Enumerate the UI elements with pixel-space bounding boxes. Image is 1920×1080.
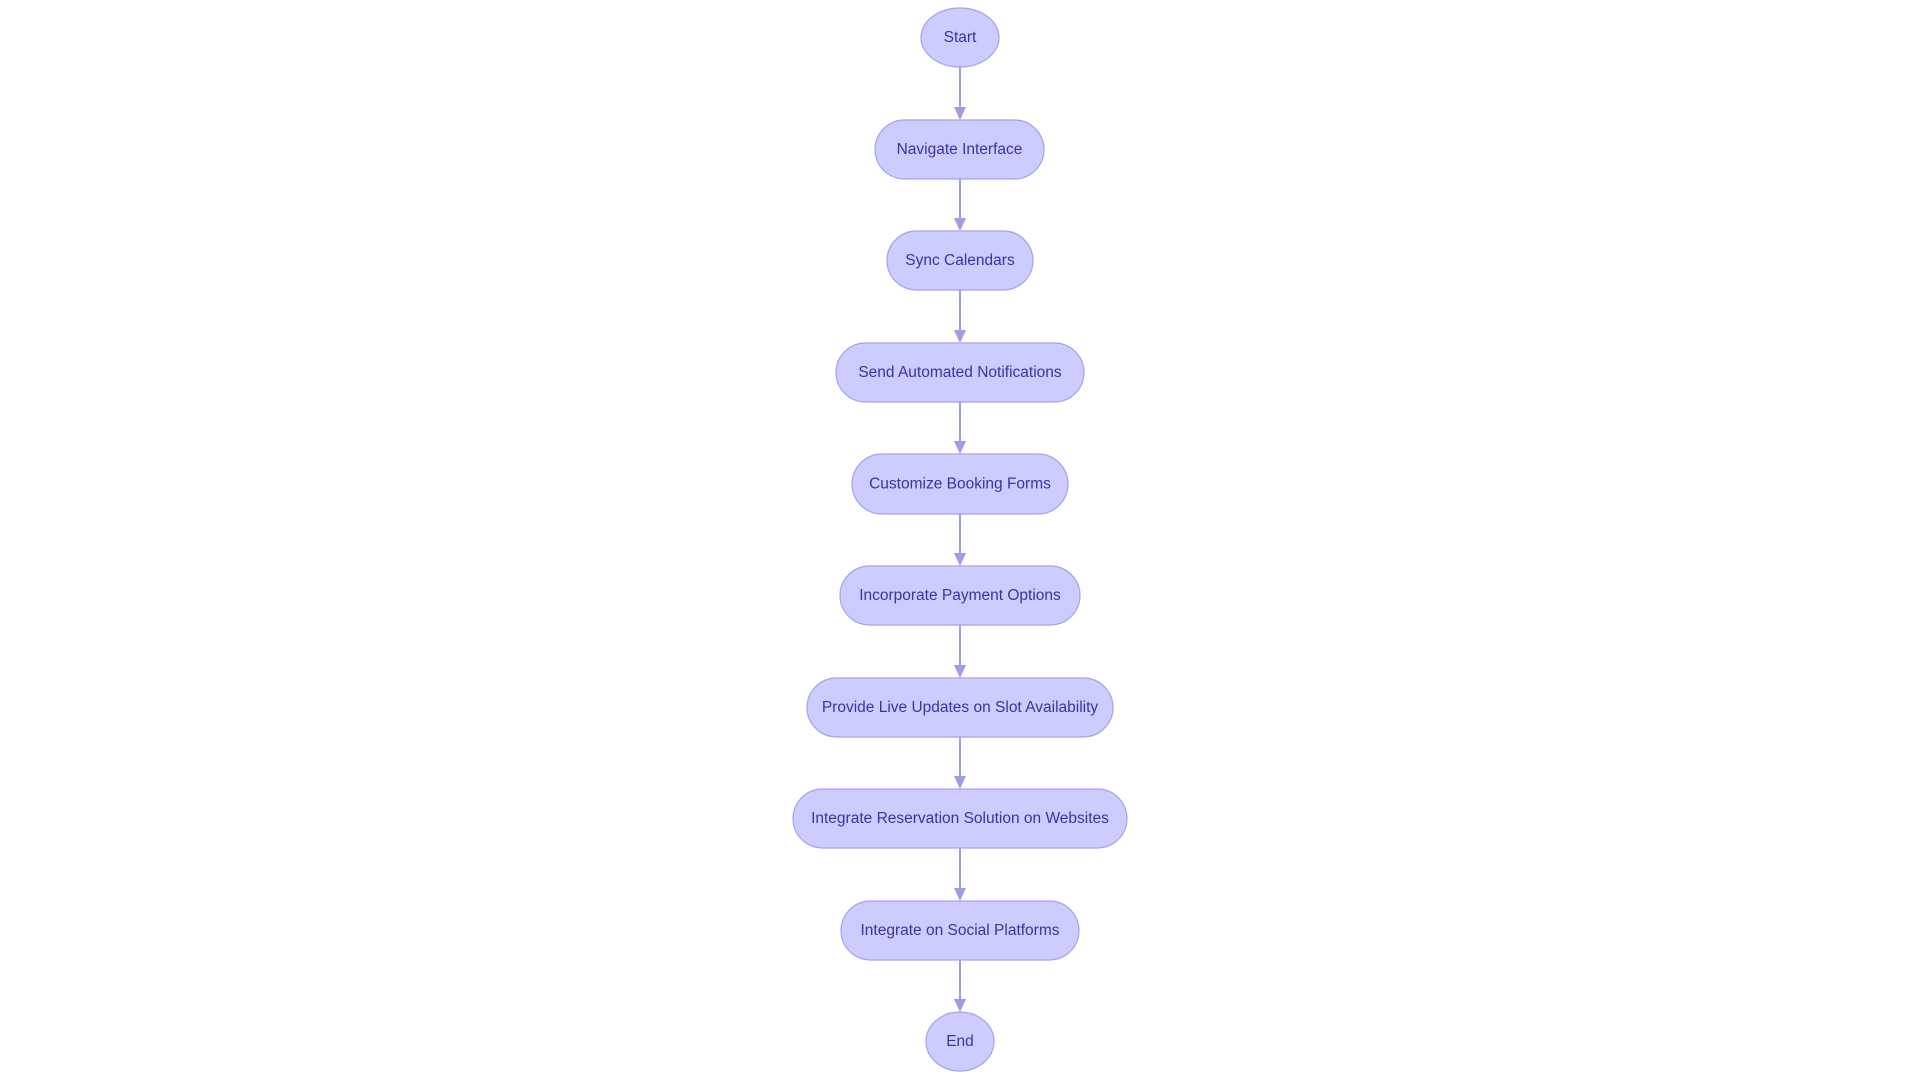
arrowhead-icon bbox=[954, 665, 966, 678]
edges-layer bbox=[954, 67, 966, 1012]
edge-social-to-end bbox=[954, 960, 966, 1012]
node-label: Send Automated Notifications bbox=[858, 364, 1062, 381]
node-navigate: Navigate Interface bbox=[874, 119, 1045, 180]
edge-sync-to-notify bbox=[954, 290, 966, 343]
node-forms: Customize Booking Forms bbox=[851, 453, 1069, 515]
node-label: Customize Booking Forms bbox=[869, 476, 1051, 493]
edge-live-to-websites bbox=[954, 737, 966, 789]
edge-payment-to-live bbox=[954, 625, 966, 678]
node-websites: Integrate Reservation Solution on Websit… bbox=[792, 788, 1128, 849]
node-label: Sync Calendars bbox=[905, 252, 1015, 269]
node-label: Integrate Reservation Solution on Websit… bbox=[811, 810, 1109, 827]
arrowhead-icon bbox=[954, 888, 966, 901]
arrowhead-icon bbox=[954, 776, 966, 789]
node-end: End bbox=[925, 1011, 995, 1072]
node-label: Provide Live Updates on Slot Availabilit… bbox=[822, 699, 1099, 716]
edge-notify-to-forms bbox=[954, 402, 966, 454]
arrowhead-icon bbox=[954, 553, 966, 566]
edge-websites-to-social bbox=[954, 848, 966, 901]
node-sync: Sync Calendars bbox=[886, 230, 1034, 291]
edge-start-to-navigate bbox=[954, 67, 966, 120]
node-label: Navigate Interface bbox=[897, 141, 1023, 158]
edge-navigate-to-sync bbox=[954, 179, 966, 231]
node-notify: Send Automated Notifications bbox=[835, 342, 1085, 403]
node-social: Integrate on Social Platforms bbox=[840, 900, 1080, 961]
arrowhead-icon bbox=[954, 107, 966, 120]
node-label: End bbox=[946, 1033, 974, 1050]
edge-forms-to-payment bbox=[954, 514, 966, 566]
arrowhead-icon bbox=[954, 999, 966, 1012]
arrowhead-icon bbox=[954, 441, 966, 454]
arrowhead-icon bbox=[954, 330, 966, 343]
flowchart-diagram: Start Navigate Interface Sync Calendars Sen… bbox=[792, 7, 1128, 1072]
node-label: Incorporate Payment Options bbox=[859, 587, 1061, 604]
node-label: Integrate on Social Platforms bbox=[860, 922, 1059, 939]
node-payment: Incorporate Payment Options bbox=[839, 565, 1081, 626]
node-live: Provide Live Updates on Slot Availabilit… bbox=[806, 677, 1114, 738]
node-label: Start bbox=[944, 29, 977, 46]
node-start: Start bbox=[920, 7, 1000, 68]
arrowhead-icon bbox=[954, 218, 966, 231]
